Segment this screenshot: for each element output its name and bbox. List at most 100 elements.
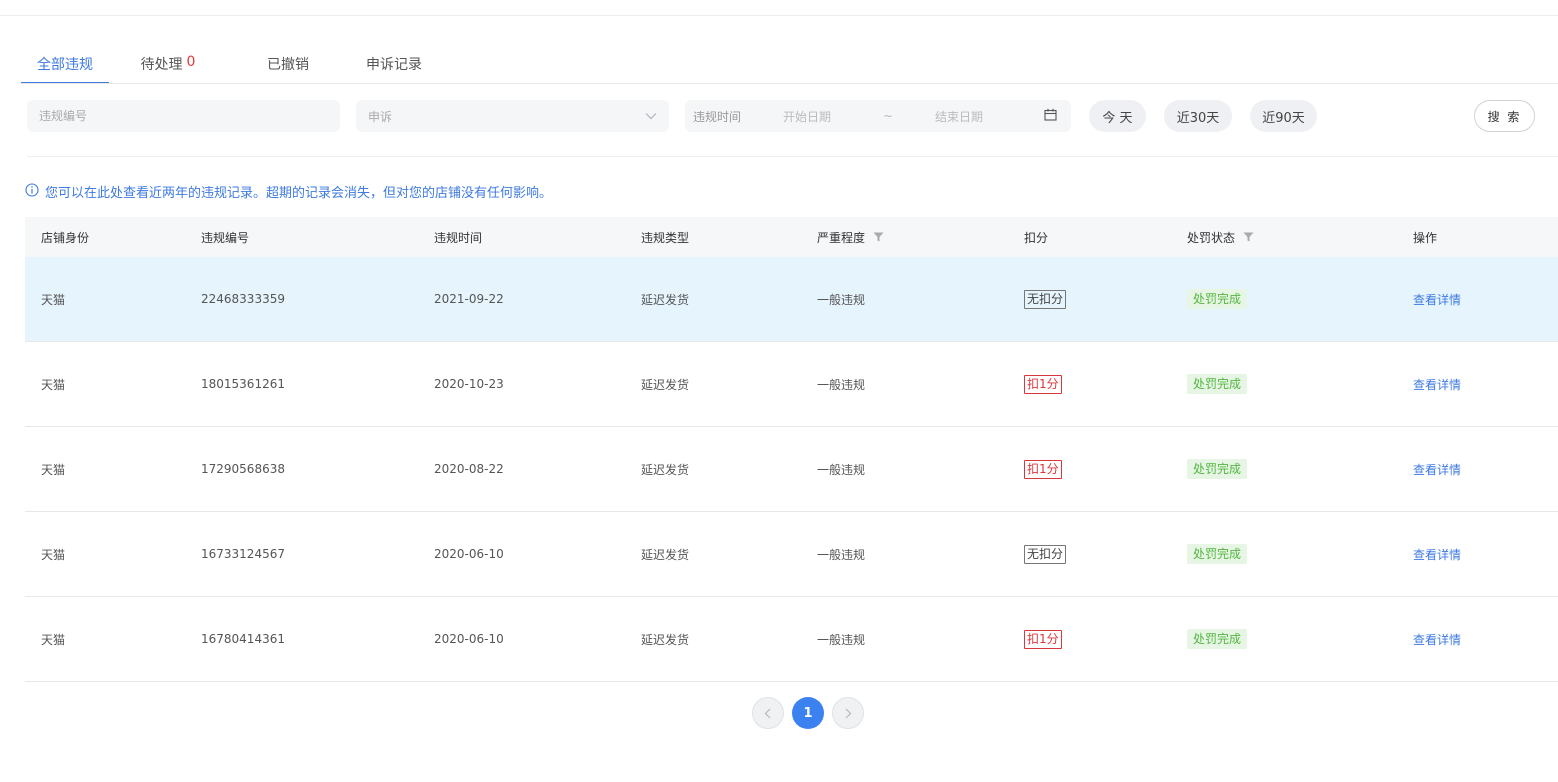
cell-type: 延迟发货 — [641, 632, 690, 647]
cell-shop: 天猫 — [41, 632, 66, 647]
cell-time: 2021-09-22 — [434, 292, 504, 306]
cell-type: 延迟发货 — [641, 547, 690, 562]
info-notice: 您可以在此处查看近两年的违规记录。超期的记录会消失，但对您的店铺没有任何影响。 — [25, 182, 552, 201]
pagination: 1 — [752, 697, 864, 729]
chevron-right-icon — [845, 708, 852, 718]
tab-pending[interactable]: 待处理 0 — [109, 48, 227, 84]
info-icon — [25, 182, 39, 201]
cell-shop: 天猫 — [41, 377, 66, 392]
chevron-left-icon — [764, 708, 771, 718]
status-badge: 处罚完成 — [1187, 629, 1248, 649]
status-badge: 处罚完成 — [1187, 459, 1248, 479]
cell-type: 延迟发货 — [641, 462, 690, 477]
violation-code-field[interactable] — [27, 100, 340, 132]
cell-shop: 天猫 — [41, 462, 66, 477]
table-body: 天猫 22468333359 2021-09-22 延迟发货 一般违规 无扣分 处罚完成 查看… — [25, 257, 1558, 682]
header-action: 操作 — [1413, 230, 1438, 245]
view-details-link[interactable]: 查看详情 — [1413, 631, 1461, 648]
table-header: 店铺身份 违规编号 违规时间 违规类型 严重程度 扣分 处罚状态 操作 — [25, 217, 1558, 257]
cell-action: 查看详情 — [1413, 291, 1553, 308]
calendar-icon[interactable] — [1044, 108, 1057, 124]
cell-action: 查看详情 — [1413, 631, 1553, 648]
table-row: 天猫 16780414361 2020-06-10 延迟发货 一般违规 扣1分 处罚完成 查看… — [25, 597, 1558, 682]
cell-action: 查看详情 — [1413, 376, 1553, 393]
cell-status: 处罚完成 — [1187, 459, 1413, 479]
cell-code: 22468333359 — [201, 292, 285, 306]
start-date-input[interactable]: 开始日期 — [783, 108, 883, 125]
cell-severity: 一般违规 — [817, 377, 866, 392]
header-status: 处罚状态 — [1187, 229, 1413, 246]
cell-status: 处罚完成 — [1187, 629, 1413, 649]
date-range-label: 违规时间 — [693, 109, 742, 124]
view-details-link[interactable]: 查看详情 — [1413, 376, 1461, 393]
cell-deduct: 无扣分 — [1024, 289, 1187, 309]
tab-revoked[interactable]: 已撤销 — [260, 48, 316, 84]
last-30-days-button[interactable]: 近30天 — [1164, 100, 1232, 132]
cell-status: 处罚完成 — [1187, 289, 1413, 309]
notice-text: 您可以在此处查看近两年的违规记录。超期的记录会消失，但对您的店铺没有任何影响。 — [45, 186, 553, 201]
deduct-tag: 扣1分 — [1024, 459, 1062, 479]
table-row: 天猫 22468333359 2021-09-22 延迟发货 一般违规 无扣分 处罚完成 查看… — [25, 257, 1558, 342]
view-details-link[interactable]: 查看详情 — [1413, 461, 1461, 478]
header-severity: 严重程度 — [817, 229, 1024, 246]
cell-severity: 一般违规 — [817, 292, 866, 307]
severity-filter-icon[interactable] — [873, 232, 884, 242]
cell-type: 延迟发货 — [641, 377, 690, 392]
status-badge: 处罚完成 — [1187, 544, 1248, 564]
appeal-select[interactable]: 申诉 — [356, 100, 669, 132]
end-date-input[interactable]: 结束日期 — [935, 108, 1044, 125]
appeal-select-value: 申诉 — [368, 109, 393, 124]
table-row: 天猫 16733124567 2020-06-10 延迟发货 一般违规 无扣分 处罚完成 查看… — [25, 512, 1558, 597]
cell-code: 16780414361 — [201, 632, 285, 646]
cell-status: 处罚完成 — [1187, 544, 1413, 564]
prev-page-button[interactable] — [752, 697, 784, 729]
cell-action: 查看详情 — [1413, 461, 1553, 478]
cell-severity: 一般违规 — [817, 632, 866, 647]
last-90-days-button[interactable]: 近90天 — [1250, 100, 1317, 132]
deduct-tag: 无扣分 — [1024, 544, 1067, 564]
deduct-tag: 扣1分 — [1024, 374, 1062, 394]
tab-bar: 全部违规 待处理 0 已撤销 申诉记录 — [21, 48, 422, 84]
table-row: 天猫 18015361261 2020-10-23 延迟发货 一般违规 扣1分 处罚完成 查看… — [25, 342, 1558, 427]
header-time: 违规时间 — [434, 230, 483, 245]
cell-time: 2020-08-22 — [434, 462, 504, 476]
cell-shop: 天猫 — [41, 292, 66, 307]
violation-code-input[interactable] — [39, 109, 340, 123]
status-filter-icon[interactable] — [1243, 232, 1254, 242]
table-row: 天猫 17290568638 2020-08-22 延迟发货 一般违规 扣1分 处罚完成 查看… — [25, 427, 1558, 512]
tab-appeal-records[interactable]: 申诉记录 — [366, 48, 422, 84]
cell-deduct: 扣1分 — [1024, 374, 1187, 394]
header-deduct: 扣分 — [1024, 230, 1049, 245]
deduct-tag: 无扣分 — [1024, 289, 1067, 309]
view-details-link[interactable]: 查看详情 — [1413, 546, 1461, 563]
cell-time: 2020-06-10 — [434, 547, 504, 561]
tab-all-violations[interactable]: 全部违规 — [21, 48, 109, 84]
cell-time: 2020-10-23 — [434, 377, 504, 391]
cell-action: 查看详情 — [1413, 546, 1553, 563]
view-details-link[interactable]: 查看详情 — [1413, 291, 1461, 308]
today-button[interactable]: 今 天 — [1089, 100, 1146, 132]
cell-type: 延迟发货 — [641, 292, 690, 307]
top-divider — [0, 15, 1558, 16]
cell-status: 处罚完成 — [1187, 374, 1413, 394]
chevron-down-icon — [645, 109, 657, 123]
cell-shop: 天猫 — [41, 547, 66, 562]
search-button[interactable]: 搜 索 — [1474, 100, 1535, 132]
cell-severity: 一般违规 — [817, 547, 866, 562]
cell-severity: 一般违规 — [817, 462, 866, 477]
cell-time: 2020-06-10 — [434, 632, 504, 646]
pending-count: 0 — [186, 54, 196, 70]
page-1-button[interactable]: 1 — [792, 697, 824, 729]
deduct-tag: 扣1分 — [1024, 629, 1062, 649]
violation-date-range[interactable]: 违规时间 开始日期 ~ 结束日期 — [685, 100, 1071, 132]
header-code: 违规编号 — [201, 230, 250, 245]
header-shop: 店铺身份 — [41, 230, 90, 245]
header-type: 违规类型 — [641, 230, 690, 245]
status-badge: 处罚完成 — [1187, 374, 1248, 394]
date-separator: ~ — [883, 109, 894, 123]
cell-code: 16733124567 — [201, 547, 285, 561]
tabs-divider — [21, 83, 1558, 84]
next-page-button[interactable] — [832, 697, 864, 729]
cell-code: 17290568638 — [201, 462, 285, 476]
violations-table: 店铺身份 违规编号 违规时间 违规类型 严重程度 扣分 处罚状态 操作 天猫 22… — [25, 217, 1558, 682]
